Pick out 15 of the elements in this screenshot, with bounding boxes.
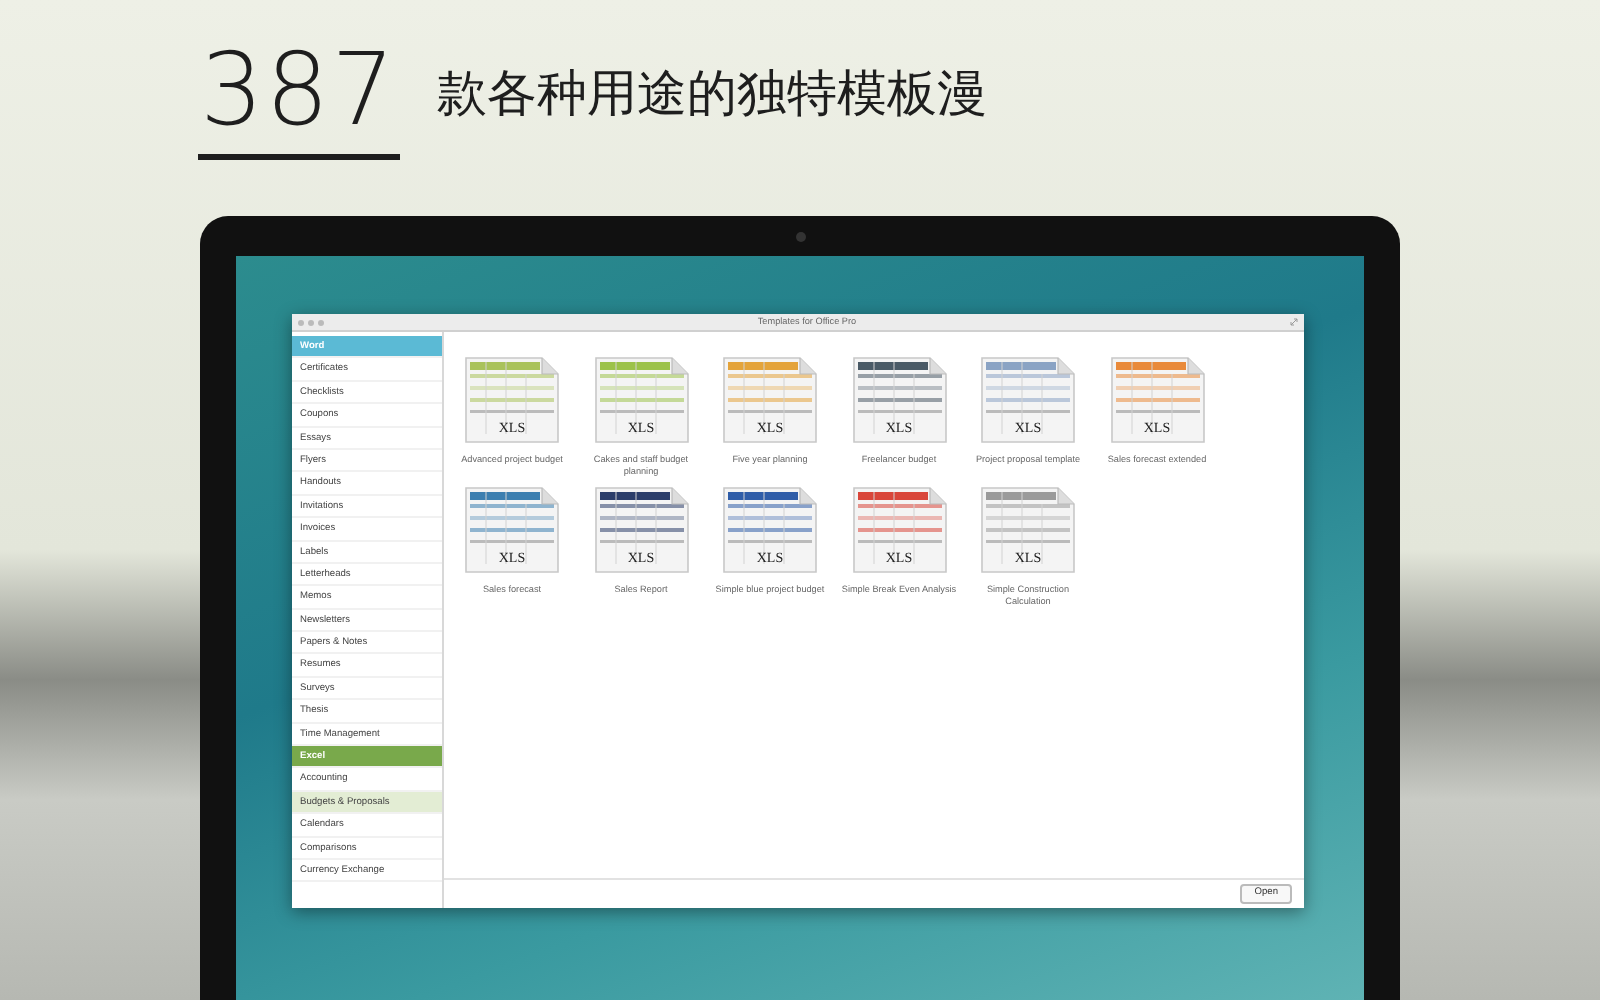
spreadsheet-thumbnail[interactable] (591, 354, 691, 446)
spreadsheet-thumbnail[interactable] (462, 354, 562, 446)
camera-icon (795, 231, 805, 241)
spreadsheet-thumbnail[interactable] (978, 484, 1078, 577)
headline-text: 款各种用途的独特模板漫 (436, 64, 987, 124)
spreadsheet-thumbnail[interactable] (720, 354, 820, 446)
spreadsheet-thumbnail[interactable] (720, 484, 820, 577)
spreadsheet-thumbnail[interactable] (978, 354, 1078, 446)
fullscreen-icon[interactable] (1290, 318, 1298, 326)
spreadsheet-thumbnail[interactable] (849, 354, 949, 446)
spreadsheet-thumbnail[interactable] (849, 484, 949, 577)
headline-number: 387 (198, 34, 401, 160)
spreadsheet-thumbnail[interactable] (591, 484, 691, 577)
spreadsheet-thumbnail[interactable] (1107, 354, 1207, 446)
spreadsheet-thumbnail[interactable] (462, 484, 562, 577)
